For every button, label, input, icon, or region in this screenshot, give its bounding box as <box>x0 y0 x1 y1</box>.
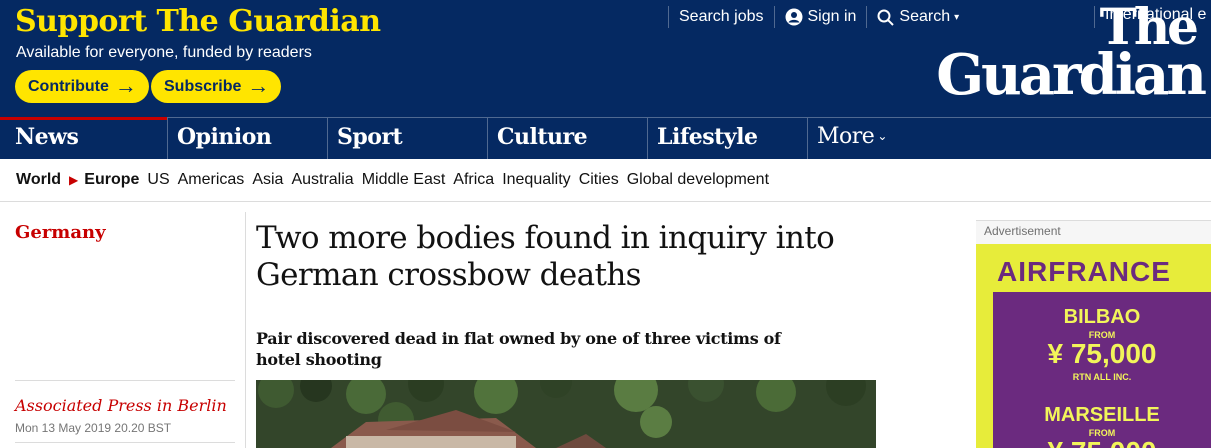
site-header: Support The Guardian Available for every… <box>0 0 1211 117</box>
subnav-world[interactable]: World <box>16 171 61 189</box>
ad-offer-panel: BILBAO FROM ¥ 75,000 RTN ALL INC. MARSEI… <box>993 292 1211 448</box>
byline[interactable]: Associated Press in Berlin <box>15 396 227 415</box>
subnav-item[interactable]: Middle East <box>362 171 446 189</box>
subnav-item[interactable]: Americas <box>178 171 245 189</box>
subnav-item[interactable]: Global development <box>627 171 769 189</box>
more-label: More <box>817 124 875 149</box>
advertisement-slot: Advertisement AIRFRANCE BILBAO FROM ¥ 75… <box>976 220 1211 448</box>
pillar-news[interactable]: News <box>0 117 167 159</box>
pillar-nav: News Opinion Sport Culture Lifestyle Mor… <box>0 117 1211 159</box>
ad-brand: AIRFRANCE <box>997 256 1171 287</box>
subnav-item[interactable]: Africa <box>453 171 494 189</box>
pillar-more[interactable]: More ⌄ <box>807 118 927 159</box>
article-headline: Two more bodies found in inquiry into Ge… <box>256 220 835 293</box>
forest-hotel-image <box>256 380 876 448</box>
subscribe-button[interactable]: Subscribe → <box>151 70 282 103</box>
pillar-sport[interactable]: Sport <box>327 118 487 159</box>
ad-price: ¥ 75,000 <box>1047 338 1157 369</box>
subnav-item[interactable]: Inequality <box>502 171 571 189</box>
search-icon <box>877 9 895 26</box>
triangle-right-icon: ▶ <box>69 173 79 187</box>
article-photo <box>256 380 876 448</box>
support-title: Support The Guardian <box>15 4 381 39</box>
arrow-right-icon: → <box>114 72 137 98</box>
logo-guardian: Guardian <box>936 42 1207 108</box>
subnav-item[interactable]: Cities <box>579 171 619 189</box>
ad-label: Advertisement <box>984 224 1061 238</box>
contribute-button[interactable]: Contribute → <box>15 70 149 103</box>
ad-city: MARSEILLE <box>1044 404 1160 426</box>
guardian-logo[interactable]: The Guardian <box>898 0 1207 108</box>
article-date: Mon 13 May 2019 20.20 BST <box>15 421 172 435</box>
chevron-down-icon: ⌄ <box>877 129 887 143</box>
subnav-item[interactable]: Australia <box>291 171 353 189</box>
subnav-item[interactable]: US <box>147 171 169 189</box>
search-jobs-label: Search jobs <box>679 8 764 25</box>
section-label[interactable]: Germany <box>15 222 106 243</box>
arrow-right-icon: → <box>247 72 270 98</box>
pillar-culture[interactable]: Culture <box>487 118 647 159</box>
pillar-opinion[interactable]: Opinion <box>167 118 327 159</box>
sign-in-label: Sign in <box>807 8 857 25</box>
subnav-europe[interactable]: Europe <box>84 171 139 189</box>
subscribe-label: Subscribe <box>164 77 242 95</box>
subnav-item[interactable]: Asia <box>252 171 283 189</box>
sub-nav: World ▶ Europe US Americas Asia Australi… <box>0 159 1211 202</box>
sign-in-link[interactable]: Sign in <box>773 6 867 28</box>
ad-price: ¥ 75,000 <box>993 436 1211 448</box>
contribute-label: Contribute <box>28 77 109 95</box>
ad-note: RTN ALL INC. <box>1072 372 1132 382</box>
article-standfirst: Pair discovered dead in flat owned by on… <box>256 329 781 369</box>
article-meta: Germany Associated Press in Berlin Mon 1… <box>0 212 246 448</box>
ad-city: BILBAO <box>1063 306 1141 328</box>
search-jobs-link[interactable]: Search jobs <box>668 6 774 28</box>
user-icon <box>785 8 803 26</box>
pillar-lifestyle[interactable]: Lifestyle <box>647 118 807 159</box>
divider <box>15 442 235 443</box>
support-subtitle: Available for everyone, funded by reader… <box>16 44 312 61</box>
ad-creative[interactable]: AIRFRANCE BILBAO FROM ¥ 75,000 RTN ALL I… <box>976 244 1211 448</box>
divider <box>15 380 235 381</box>
